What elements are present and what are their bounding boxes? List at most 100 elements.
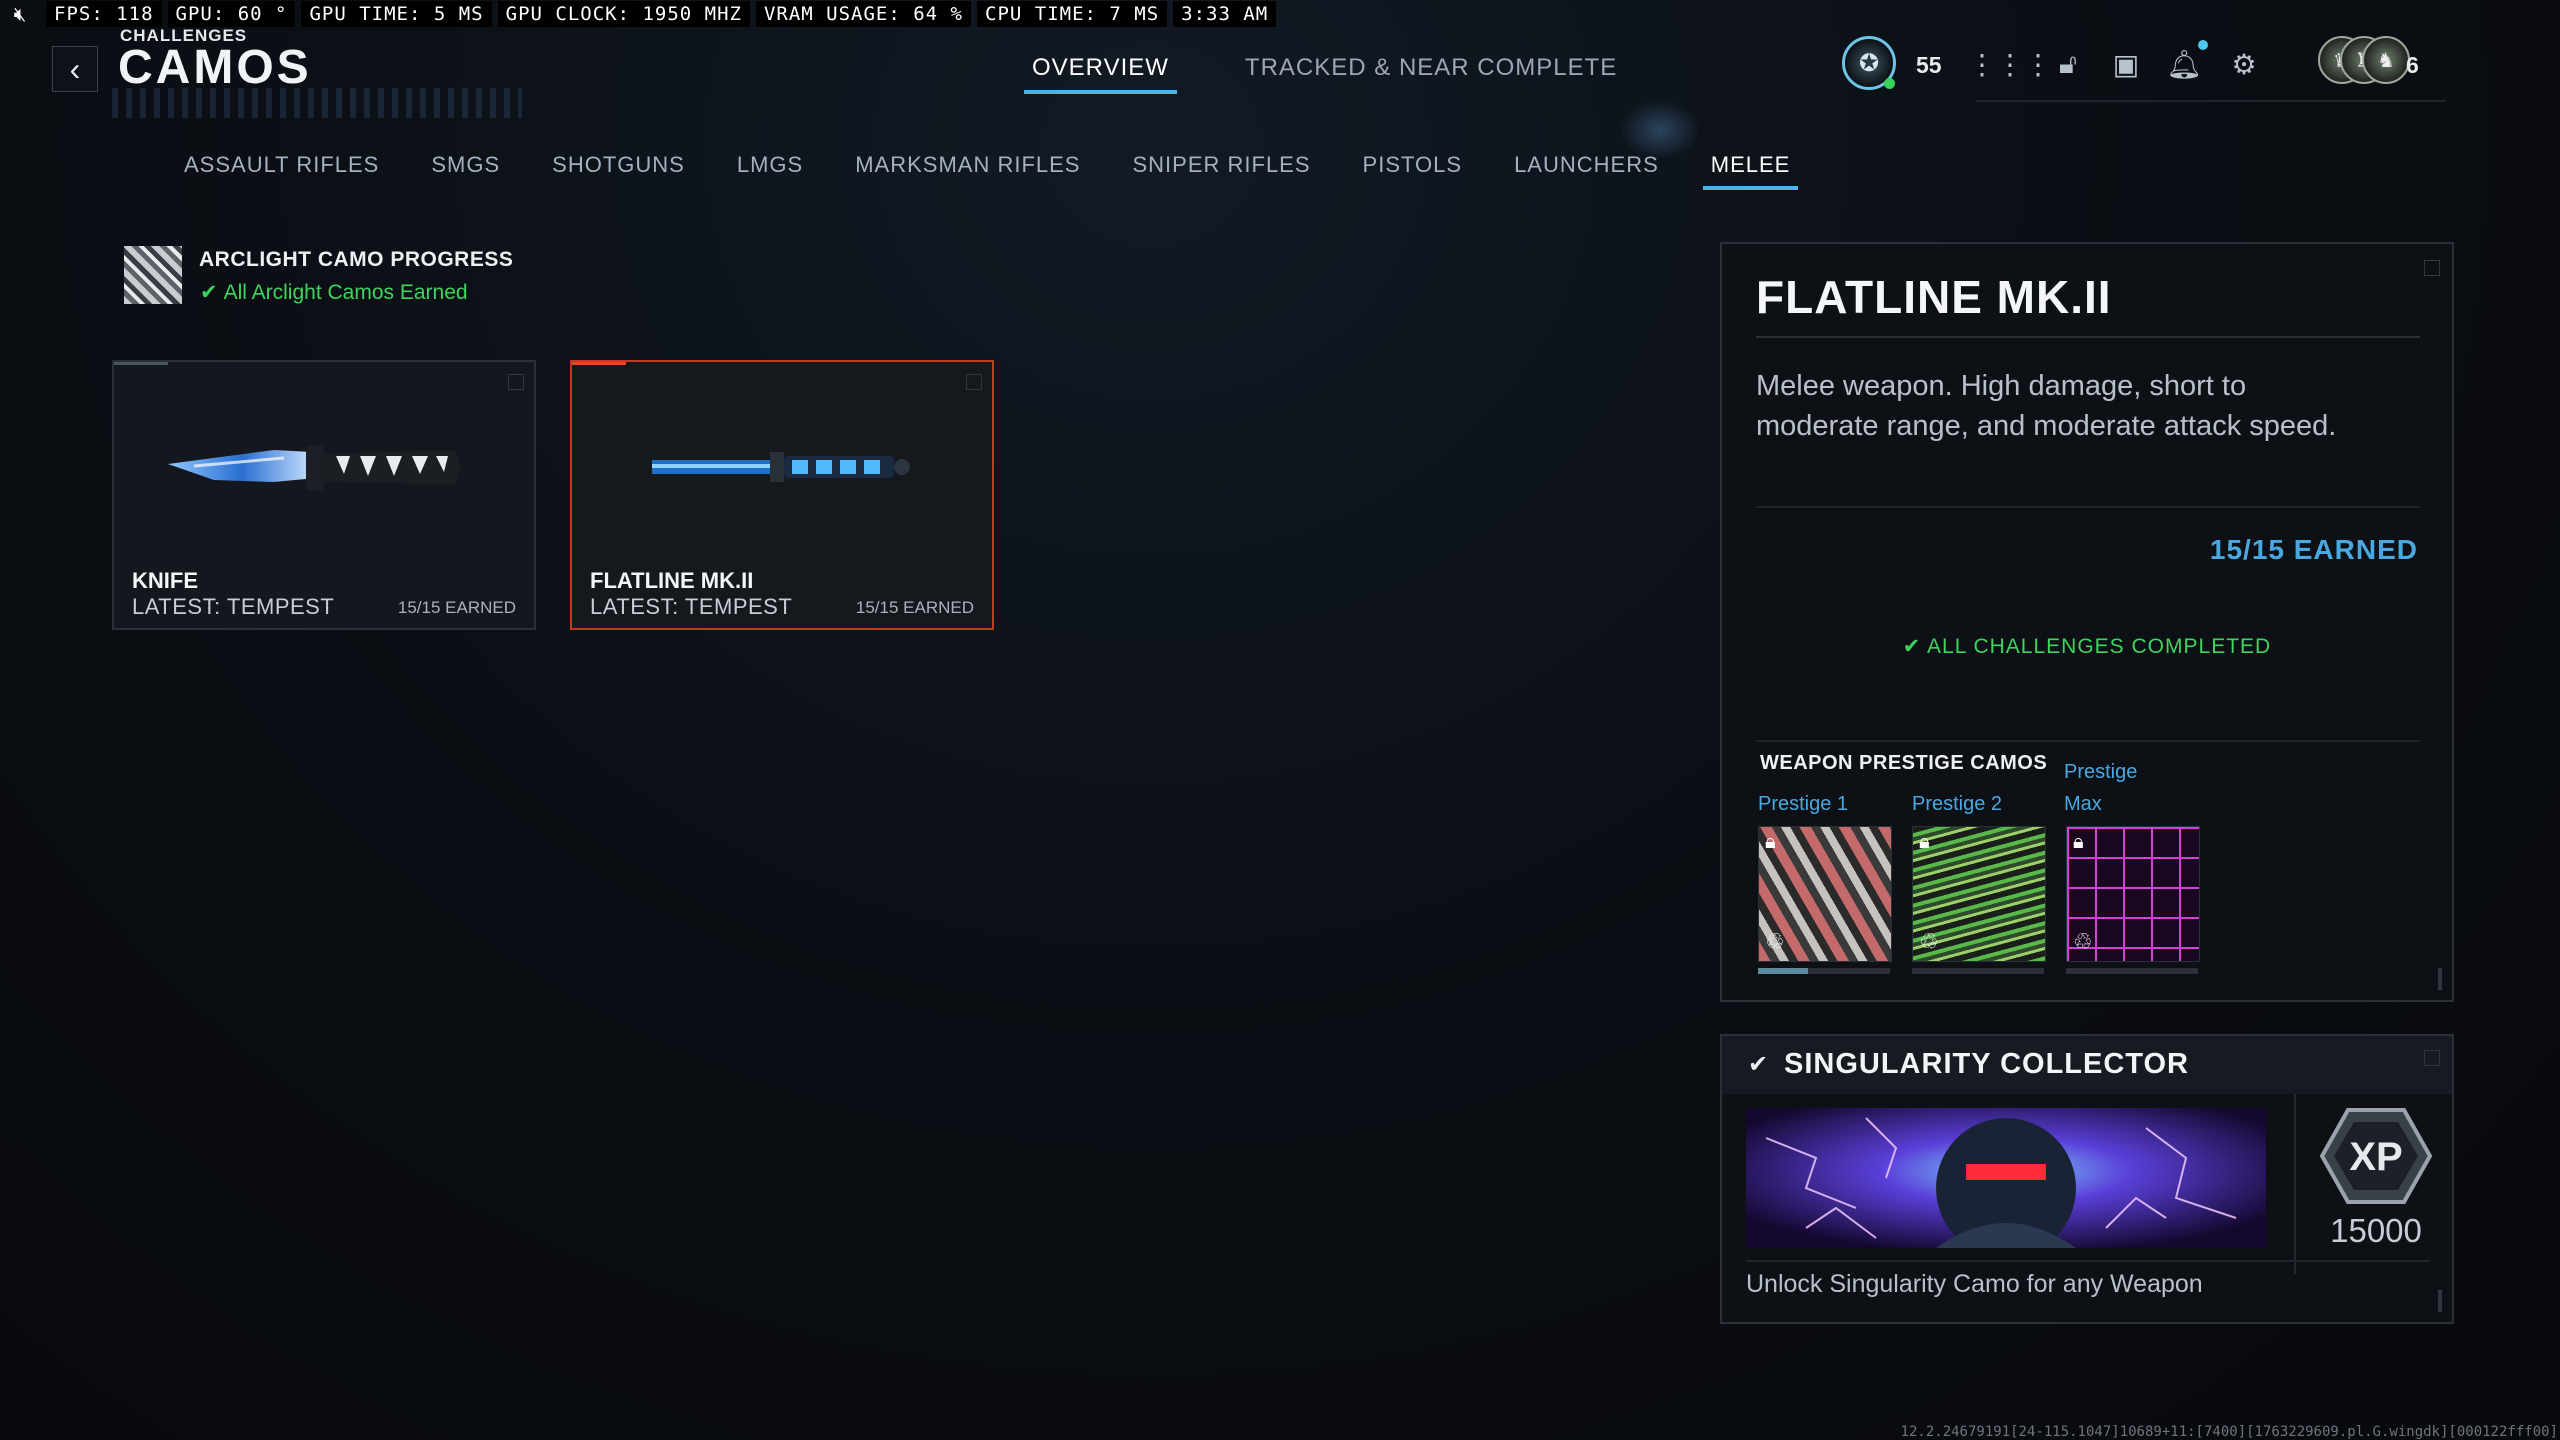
card-corner-mark bbox=[508, 374, 524, 390]
lock-icon: 🔒︎ bbox=[1765, 831, 1776, 853]
lock-icon: 🔒︎ bbox=[1919, 831, 1930, 853]
mute-icon: 🔇︎ bbox=[13, 2, 27, 26]
prestige-badge-icon: ♲ bbox=[1765, 929, 1785, 954]
fps-readout: FPS: 118 bbox=[46, 1, 162, 27]
collector-title: SINGULARITY COLLECTOR bbox=[1784, 1048, 2189, 1080]
checkmark-icon: ✔ bbox=[1748, 1051, 1769, 1078]
emblem-icon: ✪ bbox=[1858, 49, 1880, 77]
tab-sniper-rifles[interactable]: SNIPER RIFLES bbox=[1106, 148, 1336, 190]
arclight-progress-status: ✔ All Arclight Camos Earned bbox=[200, 280, 468, 305]
weapon-latest-camo: LATEST: TEMPEST bbox=[590, 594, 793, 619]
scroll-indicator[interactable] bbox=[2438, 968, 2442, 990]
checkmark-icon: ✔ bbox=[1902, 635, 1928, 658]
vram-readout: VRAM USAGE: 64 % bbox=[755, 1, 971, 27]
singularity-collector-panel[interactable]: ✔ SINGULARITY COLLECTOR XP 15000 Unlock … bbox=[1720, 1034, 2454, 1324]
prestige-1-progress bbox=[1758, 968, 1890, 974]
tab-lmgs[interactable]: LMGS bbox=[711, 148, 829, 190]
prestige-badge-icon: ♲ bbox=[1919, 929, 1939, 954]
xp-icon: XP bbox=[2319, 1108, 2433, 1204]
weapon-latest-camo: LATEST: TEMPEST bbox=[132, 594, 335, 619]
prestige-max-camo[interactable]: 🔒︎ ♲ bbox=[2066, 826, 2200, 962]
prestige-2-camo[interactable]: 🔒︎ ♲ bbox=[1912, 826, 2046, 962]
tab-tracked-near-complete[interactable]: TRACKED & NEAR COMPLETE bbox=[1233, 50, 1629, 94]
back-button[interactable]: ‹ bbox=[52, 46, 98, 92]
panel-corner-mark bbox=[2424, 260, 2440, 276]
prestige-camos-title: WEAPON PRESTIGE CAMOS bbox=[1760, 752, 2048, 774]
build-version-string: 12.2.24679191[24-115.1047]10689+11:[7400… bbox=[1900, 1424, 2558, 1440]
prestige-2-label: Prestige 2 bbox=[1912, 793, 2003, 815]
tab-shotguns[interactable]: SHOTGUNS bbox=[526, 148, 711, 190]
divider bbox=[1756, 336, 2420, 338]
gpu-clock-readout: GPU CLOCK: 1950 MHZ bbox=[497, 1, 750, 27]
hud-divider bbox=[1976, 100, 2446, 102]
xp-badge-label: XP bbox=[2349, 1135, 2402, 1179]
challenges-complete-status: ✔ ALL CHALLENGES COMPLETED bbox=[1722, 634, 2452, 659]
bell-icon[interactable]: 🔔︎ bbox=[2166, 46, 2202, 82]
divider bbox=[1746, 1260, 2430, 1262]
tab-assault-rifles[interactable]: ASSAULT RIFLES bbox=[158, 148, 405, 190]
tab-pistols[interactable]: PISTOLS bbox=[1337, 148, 1489, 190]
scroll-indicator[interactable] bbox=[2438, 1290, 2442, 1312]
lock-icon: 🔒︎ bbox=[2073, 831, 2084, 853]
chevron-left-icon: ‹ bbox=[69, 50, 81, 87]
singularity-camo-image bbox=[1746, 1108, 2266, 1248]
details-description: Melee weapon. High damage, short to mode… bbox=[1756, 370, 2337, 442]
grid-icon[interactable]: ⋮⋮⋮ bbox=[1968, 46, 2052, 82]
challenges-complete-text: ALL CHALLENGES COMPLETED bbox=[1927, 635, 2272, 658]
camera-icon[interactable]: ▣ bbox=[2108, 46, 2144, 82]
tab-marksman-rifles[interactable]: MARKSMAN RIFLES bbox=[829, 148, 1106, 190]
progress-fill bbox=[1758, 968, 1809, 974]
weapon-details-panel: FLATLINE MK.II Melee weapon. High damage… bbox=[1720, 242, 2454, 1002]
arclight-progress-title: ARCLIGHT CAMO PROGRESS bbox=[199, 248, 514, 271]
tab-melee[interactable]: MELEE bbox=[1685, 148, 1817, 190]
weapon-earned-count: 15/15 EARNED bbox=[397, 598, 516, 617]
divider bbox=[2294, 1094, 2296, 1274]
gpu-time-readout: GPU TIME: 5 MS bbox=[301, 1, 492, 27]
weapon-name: KNIFE bbox=[132, 568, 198, 593]
weapon-card-flatline-mk2[interactable]: FLATLINE MK.II LATEST: TEMPEST 15/15 EAR… bbox=[570, 360, 994, 630]
divider bbox=[1756, 740, 2420, 742]
notification-dot bbox=[2198, 40, 2208, 50]
tab-overview[interactable]: OVERVIEW bbox=[1020, 50, 1181, 94]
flatline-image bbox=[652, 452, 910, 482]
weapon-card-knife[interactable]: KNIFE LATEST: TEMPEST 15/15 EARNED bbox=[112, 360, 536, 630]
unlock-icon[interactable]: 🔓︎ bbox=[2050, 46, 2086, 82]
prestige-max-progress bbox=[2066, 968, 2198, 974]
performance-overlay: 🔇︎ FPS: 118 GPU: 60 ° GPU TIME: 5 MS GPU… bbox=[0, 0, 1277, 28]
prestige-2-progress bbox=[1912, 968, 2044, 974]
clock-readout: 3:33 AM bbox=[1173, 1, 1277, 27]
party-avatars[interactable]: ♛ ♜ ♞ bbox=[2318, 36, 2410, 86]
player-level: 55 bbox=[1916, 52, 1942, 78]
card-progress-bar bbox=[572, 362, 626, 365]
weapon-earned-count: 15/15 EARNED bbox=[855, 598, 974, 617]
prestige-max-label: Prestige Max bbox=[2064, 761, 2138, 815]
gear-icon[interactable]: ⚙ bbox=[2226, 46, 2262, 82]
xp-reward-amount: 15000 bbox=[2330, 1212, 2422, 1249]
arclight-camo-thumbnail bbox=[124, 246, 182, 304]
header-tabs: OVERVIEW TRACKED & NEAR COMPLETE bbox=[1020, 50, 1629, 94]
prestige-badge-icon: ♲ bbox=[2073, 929, 2093, 954]
cpu-time-readout: CPU TIME: 7 MS bbox=[977, 1, 1168, 27]
tab-smgs[interactable]: SMGS bbox=[405, 148, 526, 190]
panel-corner-mark bbox=[2424, 1050, 2440, 1066]
online-status-icon bbox=[1884, 78, 1895, 89]
arclight-status-text: All Arclight Camos Earned bbox=[223, 281, 468, 304]
avatar: ♞ bbox=[2362, 36, 2410, 84]
divider bbox=[1756, 506, 2420, 508]
gpu-temp-readout: GPU: 60 ° bbox=[167, 1, 296, 27]
page-title: CAMOS bbox=[118, 41, 312, 94]
details-title: FLATLINE MK.II bbox=[1756, 271, 2112, 323]
knife-image bbox=[168, 446, 460, 490]
title-decoration bbox=[112, 88, 522, 118]
checkmark-icon: ✔ bbox=[200, 281, 218, 304]
collector-description: Unlock Singularity Camo for any Weapon bbox=[1746, 1270, 2203, 1298]
prestige-1-label: Prestige 1 bbox=[1758, 793, 1849, 815]
details-earned-count: 15/15 EARNED bbox=[2209, 534, 2418, 565]
card-corner-mark bbox=[966, 374, 982, 390]
category-tabs: ASSAULT RIFLES SMGS SHOTGUNS LMGS MARKSM… bbox=[158, 148, 1816, 190]
weapon-name: FLATLINE MK.II bbox=[590, 568, 754, 593]
tab-launchers[interactable]: LAUNCHERS bbox=[1488, 148, 1685, 190]
prestige-1-camo[interactable]: 🔒︎ ♲ bbox=[1758, 826, 1892, 962]
party-count: 6 bbox=[2406, 52, 2419, 78]
card-progress-bar bbox=[114, 362, 168, 365]
